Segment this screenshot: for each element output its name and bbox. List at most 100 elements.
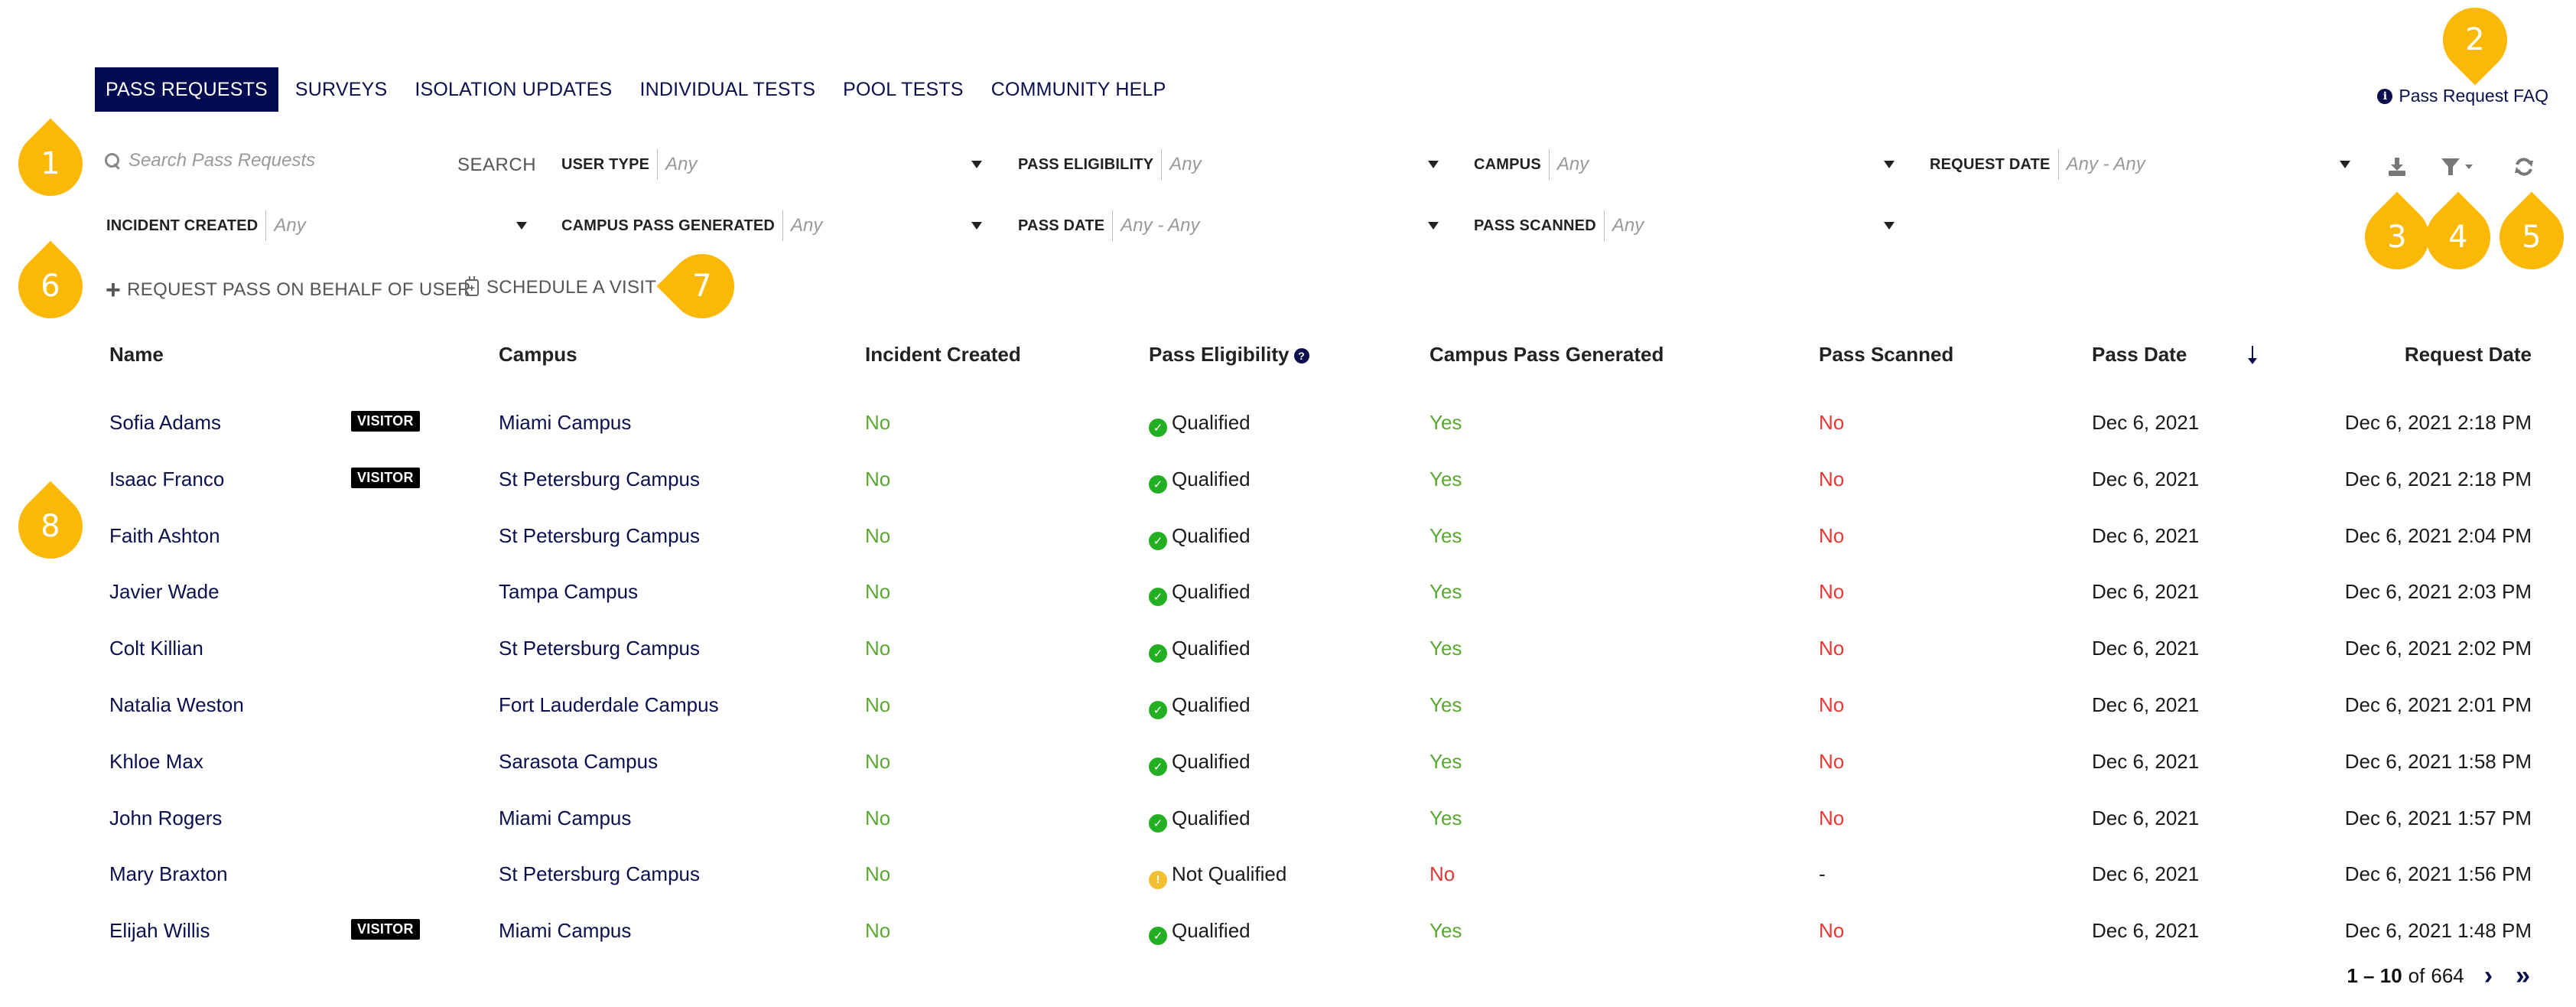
visitor-badge: VISITOR [351,919,420,940]
row-pass-eligibility: ✓ Qualified [1149,524,1251,550]
filter-label: INCIDENT CREATED [106,210,267,241]
row-pass-date: Dec 6, 2021 [2092,749,2200,773]
row-name[interactable]: Elijah Willis [109,919,210,943]
tab-pass-requests[interactable]: PASS REQUESTS [95,67,278,112]
eligibility-label: Qualified [1172,749,1251,773]
filter-label: USER TYPE [561,149,659,180]
request-pass-on-behalf-button[interactable]: + REQUEST PASS ON BEHALF OF USER [106,277,471,303]
row-incident-created: No [865,806,891,829]
filter-value: Any - Any [2066,154,2145,174]
row-request-date: Dec 6, 2021 2:18 PM [2344,411,2532,434]
row-request-date: Dec 6, 2021 1:48 PM [2344,919,2532,943]
column-header-campus-pass-generated[interactable]: Campus Pass Generated [1429,343,1664,367]
row-campus: Tampa Campus [499,580,639,604]
row-campus: Sarasota Campus [499,749,659,773]
row-campus-pass-generated: Yes [1429,411,1462,434]
filter-label: PASS SCANNED [1474,210,1605,241]
caret-down-icon [516,222,527,230]
row-incident-created: No [865,467,891,490]
row-name[interactable]: Natalia Weston [109,693,244,717]
row-name[interactable]: Isaac Franco [109,468,224,491]
next-page-icon[interactable]: › [2484,961,2493,991]
caret-down-icon [971,161,982,168]
visitor-badge: VISITOR [351,467,420,488]
filter-campus[interactable]: CAMPUS Any [1474,148,1895,181]
column-header-pass-date[interactable]: Pass Date [2092,343,2187,367]
search-input[interactable] [128,150,450,171]
table-row[interactable]: Colt Killian St Petersburg Campus No ✓ Qu… [0,621,2576,678]
row-name[interactable]: Sofia Adams [109,411,221,435]
table-row[interactable]: Khloe Max Sarasota Campus No ✓ Qualified … [0,735,2576,791]
check-circle-icon: ✓ [1149,474,1167,494]
refresh-icon[interactable] [2513,156,2535,178]
eligibility-label: Qualified [1172,411,1251,434]
table-row[interactable]: Javier Wade Tampa Campus No ✓ Qualified Y… [0,565,2576,621]
tab-surveys[interactable]: SURVEYS [285,67,398,112]
column-header-pass-eligibility[interactable]: Pass Eligibility? [1149,343,1309,367]
row-name[interactable]: Faith Ashton [109,524,220,548]
row-name[interactable]: Javier Wade [109,580,220,604]
tab-pool-tests[interactable]: POOL TESTS [832,67,974,112]
request-pass-label: REQUEST PASS ON BEHALF OF USER [127,279,471,300]
table-row[interactable]: Sofia Adams VISITOR Miami Campus No ✓ Qua… [0,396,2576,452]
row-campus: Miami Campus [499,806,632,829]
row-pass-date: Dec 6, 2021 [2092,806,2200,829]
filter-pass-date[interactable]: PASS DATE Any - Any [1018,210,1439,242]
of-label: of [2408,964,2425,987]
faq-link-label: Pass Request FAQ [2399,86,2548,106]
filter-incident-created[interactable]: INCIDENT CREATED Any [106,210,527,242]
help-icon[interactable]: ? [1293,348,1309,363]
filter-pass-scanned[interactable]: PASS SCANNED Any [1474,210,1895,242]
row-name[interactable]: Khloe Max [109,750,203,774]
row-campus-pass-generated: Yes [1429,806,1462,829]
last-page-icon[interactable]: » [2516,961,2530,991]
tab-isolation-updates[interactable]: ISOLATION UPDATES [404,67,623,112]
eligibility-label: Qualified [1172,637,1251,660]
filter-value: Any [665,154,698,174]
row-request-date: Dec 6, 2021 1:57 PM [2344,806,2532,829]
filter-icon[interactable] [2440,156,2477,178]
pass-request-faq-link[interactable]: i Pass Request FAQ [2377,86,2548,106]
table-row[interactable]: Mary Braxton St Petersburg Campus No ! No… [0,847,2576,904]
row-campus-pass-generated: Yes [1429,523,1462,547]
row-request-date: Dec 6, 2021 1:58 PM [2344,749,2532,773]
table-row[interactable]: Elijah Willis VISITOR Miami Campus No ✓ Q… [0,904,2576,960]
tab-community-help[interactable]: COMMUNITY HELP [981,67,1177,112]
schedule-visit-label: SCHEDULE A VISIT [486,277,657,298]
visitor-badge: VISITOR [351,411,420,432]
check-circle-icon: ✓ [1149,927,1167,946]
sort-descending-icon[interactable] [2245,346,2260,367]
column-header-request-date[interactable]: Request Date [2405,343,2532,367]
column-header-name[interactable]: Name [109,343,164,367]
row-pass-scanned: No [1819,467,1845,490]
column-header-campus[interactable]: Campus [499,343,577,367]
download-icon[interactable] [2386,156,2408,178]
row-pass-date: Dec 6, 2021 [2092,523,2200,547]
table-row[interactable]: John Rogers Miami Campus No ✓ Qualified Y… [0,791,2576,848]
caret-down-icon [1884,222,1895,230]
filter-user-type[interactable]: USER TYPE Any [561,148,982,181]
filter-label: PASS DATE [1018,210,1114,241]
row-pass-scanned: No [1819,580,1845,604]
row-pass-scanned: No [1819,919,1845,943]
search-button[interactable]: SEARCH [457,155,536,176]
table-row[interactable]: Natalia Weston Fort Lauderdale Campus No… [0,678,2576,735]
search-bar [104,150,450,171]
schedule-visit-button[interactable]: + SCHEDULE A VISIT [465,276,657,298]
row-pass-eligibility: ✓ Qualified [1149,919,1251,946]
filter-campus-pass-generated[interactable]: CAMPUS PASS GENERATED Any [561,210,982,242]
pagination: 1 – 10 of 664 › » [2347,961,2530,991]
filter-label: PASS ELIGIBILITY [1018,149,1163,180]
row-name[interactable]: Colt Killian [109,637,203,660]
table-row[interactable]: Faith Ashton St Petersburg Campus No ✓ Qu… [0,509,2576,565]
column-header-incident-created[interactable]: Incident Created [865,343,1021,367]
column-header-pass-scanned[interactable]: Pass Scanned [1819,343,1953,367]
row-name[interactable]: John Rogers [109,807,222,830]
table-row[interactable]: Isaac Franco VISITOR St Petersburg Campu… [0,452,2576,509]
filter-pass-eligibility[interactable]: PASS ELIGIBILITY Any [1018,148,1439,181]
tab-individual-tests[interactable]: INDIVIDUAL TESTS [629,67,826,112]
row-campus: St Petersburg Campus [499,637,701,660]
row-campus-pass-generated: No [1429,862,1456,886]
row-name[interactable]: Mary Braxton [109,862,228,886]
filter-request-date[interactable]: REQUEST DATE Any - Any [1930,148,2350,181]
